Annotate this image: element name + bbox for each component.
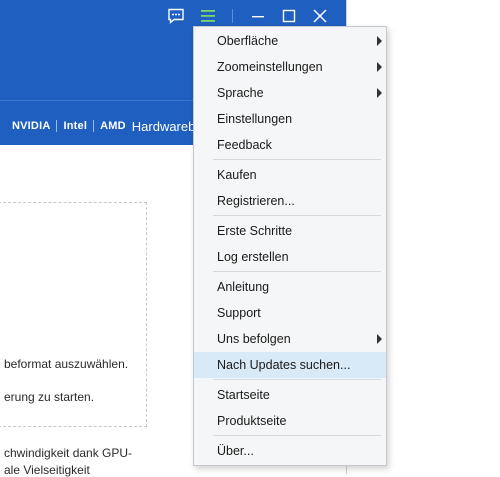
menu-item-oberflaeche[interactable]: Oberfläche — [194, 28, 386, 54]
menu-item-label: Kaufen — [217, 168, 257, 182]
content-text-line: chwindigkeit dank GPU- — [4, 446, 133, 460]
menu-item-label: Über... — [217, 444, 254, 458]
menu-item-label: Sprache — [217, 86, 264, 100]
submenu-arrow-icon — [377, 88, 382, 98]
titlebar-divider — [232, 9, 233, 23]
menu-item-label: Uns befolgen — [217, 332, 291, 346]
vendor-intel[interactable]: Intel — [63, 120, 87, 132]
vendor-bar: NVIDIA Intel AMD Hardwarebesc — [12, 116, 216, 136]
menu-item-label: Oberfläche — [217, 34, 279, 48]
menu-item-ueber[interactable]: Über... — [194, 438, 386, 464]
submenu-arrow-icon — [377, 36, 382, 46]
maximize-icon[interactable] — [278, 5, 300, 27]
menu-item-label: Startseite — [217, 388, 270, 402]
titlebar-controls — [165, 5, 345, 27]
close-icon[interactable] — [309, 5, 331, 27]
menu-item-label: Erste Schritte — [217, 224, 293, 238]
vendor-amd[interactable]: AMD — [100, 120, 126, 132]
menu-separator — [213, 271, 381, 272]
menu-item-label: Log erstellen — [217, 250, 289, 264]
menu-item-log-erstellen[interactable]: Log erstellen — [194, 244, 386, 270]
content-text-line: ale Vielseitigkeit — [4, 463, 90, 477]
menu-item-registrieren[interactable]: Registrieren... — [194, 188, 386, 214]
menu-item-label: Registrieren... — [217, 194, 295, 208]
minimize-icon[interactable] — [247, 5, 269, 27]
menu-item-einstellungen[interactable]: Einstellungen — [194, 106, 386, 132]
menu-separator — [213, 435, 381, 436]
menu-item-startseite[interactable]: Startseite — [194, 382, 386, 408]
menu-separator — [213, 379, 381, 380]
content-text-line: beformat auszuwählen. — [4, 357, 129, 371]
menu-separator — [213, 159, 381, 160]
menu-item-anleitung[interactable]: Anleitung — [194, 274, 386, 300]
menu-item-sprache[interactable]: Sprache — [194, 80, 386, 106]
submenu-arrow-icon — [377, 62, 382, 72]
menu-item-erste-schritte[interactable]: Erste Schritte — [194, 218, 386, 244]
menu-separator — [213, 215, 381, 216]
menu-item-nach-updates-suchen[interactable]: Nach Updates suchen... — [194, 352, 386, 378]
menu-item-uns-befolgen[interactable]: Uns befolgen — [194, 326, 386, 352]
menu-item-label: Anleitung — [217, 280, 270, 294]
menu-item-label: Zoomeinstellungen — [217, 60, 323, 74]
vendor-separator — [56, 120, 58, 132]
content-text-line: erung zu starten. — [4, 390, 95, 404]
menu-item-label: Nach Updates suchen... — [217, 358, 351, 372]
menu-item-label: Produktseite — [217, 414, 287, 428]
menu-item-support[interactable]: Support — [194, 300, 386, 326]
menu-item-feedback[interactable]: Feedback — [194, 132, 386, 158]
menu-item-label: Einstellungen — [217, 112, 293, 126]
menu-item-zoomeinstellungen[interactable]: Zoomeinstellungen — [194, 54, 386, 80]
menu-item-label: Support — [217, 306, 261, 320]
feedback-chat-icon[interactable] — [165, 5, 187, 27]
hamburger-menu-icon[interactable] — [197, 5, 219, 27]
main-dropdown-menu: Oberfläche Zoomeinstellungen Sprache Ein… — [193, 26, 387, 466]
vendor-nvidia[interactable]: NVIDIA — [12, 120, 50, 132]
submenu-arrow-icon — [377, 334, 382, 344]
menu-item-label: Feedback — [217, 138, 272, 152]
menu-item-produktseite[interactable]: Produktseite — [194, 408, 386, 434]
vendor-separator — [93, 120, 95, 132]
menu-item-kaufen[interactable]: Kaufen — [194, 162, 386, 188]
